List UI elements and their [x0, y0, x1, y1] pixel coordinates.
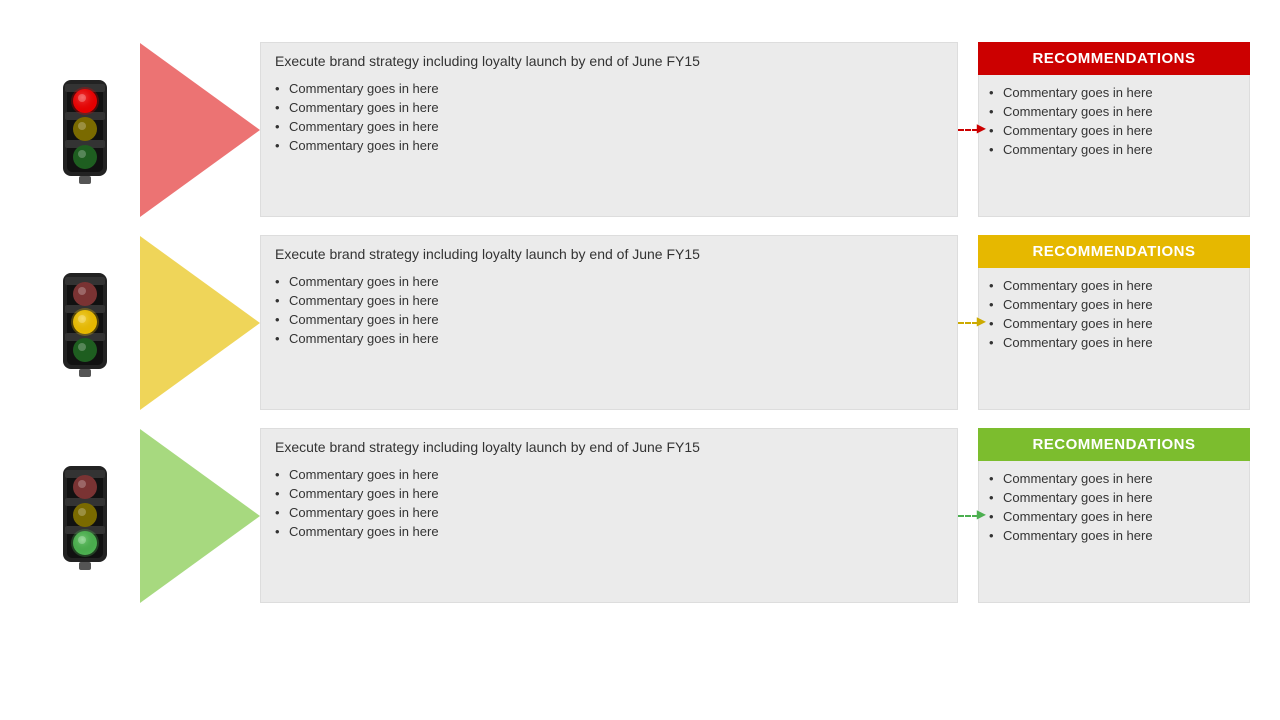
bullet-item: Commentary goes in here [275, 484, 943, 503]
bullet-item: Commentary goes in here [275, 465, 943, 484]
rec-content-green: Commentary goes in hereCommentary goes i… [978, 461, 1250, 603]
beam-yellow [140, 235, 260, 410]
beam-triangle-red [140, 43, 260, 217]
arrow-line-green [958, 515, 978, 517]
beam-triangle-yellow [140, 236, 260, 410]
bullet-list-green: Commentary goes in hereCommentary goes i… [275, 465, 943, 541]
traffic-light-icon-green [30, 428, 140, 603]
rec-bullet-list-yellow: Commentary goes in hereCommentary goes i… [989, 276, 1239, 352]
rec-box-green: RECOMMENDATIONS Commentary goes in hereC… [978, 428, 1250, 603]
rows-container: Execute brand strategy including loyalty… [30, 42, 1250, 700]
content-box-green: Execute brand strategy including loyalty… [260, 428, 958, 603]
rec-bullet-item: Commentary goes in here [989, 469, 1239, 488]
bullet-item: Commentary goes in here [275, 136, 943, 155]
arrow-connector-green [958, 428, 978, 603]
traffic-row-red: Execute brand strategy including loyalty… [30, 42, 1250, 217]
rec-content-yellow: Commentary goes in hereCommentary goes i… [978, 268, 1250, 410]
content-box-red: Execute brand strategy including loyalty… [260, 42, 958, 217]
bullet-list-yellow: Commentary goes in hereCommentary goes i… [275, 272, 943, 348]
traffic-light-icon-red [30, 42, 140, 217]
traffic-row-green: Execute brand strategy including loyalty… [30, 428, 1250, 603]
rec-header-green: RECOMMENDATIONS [978, 428, 1250, 461]
arrow-connector-yellow [958, 235, 978, 410]
page: Execute brand strategy including loyalty… [0, 0, 1280, 720]
arrow-line-red [958, 129, 978, 131]
beam-red [140, 42, 260, 217]
rec-bullet-item: Commentary goes in here [989, 526, 1239, 545]
bullet-item: Commentary goes in here [275, 98, 943, 117]
bullet-item: Commentary goes in here [275, 329, 943, 348]
arrow-connector-red [958, 42, 978, 217]
rec-header-yellow: RECOMMENDATIONS [978, 235, 1250, 268]
rec-bullet-item: Commentary goes in here [989, 140, 1239, 159]
bullet-item: Commentary goes in here [275, 503, 943, 522]
bullet-item: Commentary goes in here [275, 79, 943, 98]
rec-bullet-item: Commentary goes in here [989, 333, 1239, 352]
rec-bullet-list-red: Commentary goes in hereCommentary goes i… [989, 83, 1239, 159]
rec-bullet-item: Commentary goes in here [989, 102, 1239, 121]
traffic-light-icon-yellow [30, 235, 140, 410]
bullet-item: Commentary goes in here [275, 291, 943, 310]
rec-bullet-list-green: Commentary goes in hereCommentary goes i… [989, 469, 1239, 545]
beam-green [140, 428, 260, 603]
beam-triangle-green [140, 429, 260, 603]
rec-header-red: RECOMMENDATIONS [978, 42, 1250, 75]
rec-bullet-item: Commentary goes in here [989, 83, 1239, 102]
bullet-item: Commentary goes in here [275, 272, 943, 291]
rec-bullet-item: Commentary goes in here [989, 295, 1239, 314]
rec-box-yellow: RECOMMENDATIONS Commentary goes in hereC… [978, 235, 1250, 410]
traffic-row-yellow: Execute brand strategy including loyalty… [30, 235, 1250, 410]
content-box-yellow: Execute brand strategy including loyalty… [260, 235, 958, 410]
rec-content-red: Commentary goes in hereCommentary goes i… [978, 75, 1250, 217]
rec-bullet-item: Commentary goes in here [989, 276, 1239, 295]
rec-bullet-item: Commentary goes in here [989, 488, 1239, 507]
bullet-list-red: Commentary goes in hereCommentary goes i… [275, 79, 943, 155]
bullet-item: Commentary goes in here [275, 117, 943, 136]
arrow-line-yellow [958, 322, 978, 324]
content-heading-yellow: Execute brand strategy including loyalty… [275, 246, 943, 266]
rec-bullet-item: Commentary goes in here [989, 121, 1239, 140]
content-heading-red: Execute brand strategy including loyalty… [275, 53, 943, 73]
rec-box-red: RECOMMENDATIONS Commentary goes in hereC… [978, 42, 1250, 217]
bullet-item: Commentary goes in here [275, 310, 943, 329]
rec-bullet-item: Commentary goes in here [989, 314, 1239, 333]
content-heading-green: Execute brand strategy including loyalty… [275, 439, 943, 459]
rec-bullet-item: Commentary goes in here [989, 507, 1239, 526]
bullet-item: Commentary goes in here [275, 522, 943, 541]
